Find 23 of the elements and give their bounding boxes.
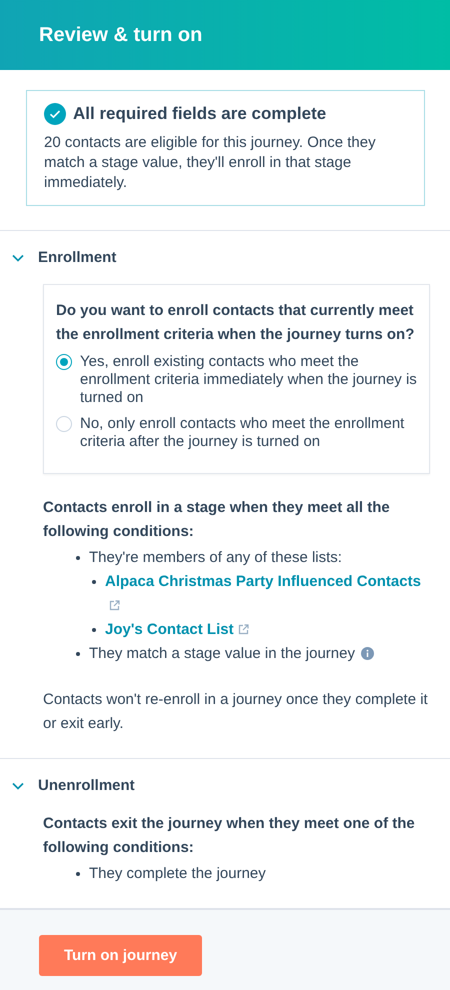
chevron-icon bbox=[12, 782, 24, 790]
radio-button[interactable] bbox=[56, 416, 72, 432]
radio-label: Yes, enroll existing contacts who meet the enrollment criteria immediately when the journey is turned on bbox=[80, 353, 417, 407]
note-text: Contacts won't re-enroll in a journey once they complete it or exit early. bbox=[43, 690, 429, 734]
question-title: Do you want to enroll contacts that currently meet the enrollment criteria when the journey turns on? bbox=[56, 301, 416, 345]
list-link[interactable]: Joy's Contact List bbox=[105, 621, 234, 638]
status-text: 20 contacts are eligible for this journey. Once they match a stage value, they'll enroll in that stage immediately. bbox=[44, 133, 377, 193]
section-toggle[interactable]: Enrollment bbox=[12, 249, 116, 266]
radio-button[interactable] bbox=[56, 354, 72, 370]
external-link-icon bbox=[238, 624, 249, 635]
turn-on-button[interactable]: Turn on journey bbox=[39, 935, 202, 976]
radio-label: No, only enroll contacts who meet the enrollment criteria after the journey is turned on bbox=[80, 415, 406, 451]
page-title: Review & turn on bbox=[39, 24, 202, 46]
section-toggle[interactable]: Unenrollment bbox=[12, 777, 135, 794]
condition-text: They match a stage value in the journey bbox=[89, 645, 355, 662]
conditions-title: Contacts enroll in a stage when they meet all the following conditions: bbox=[43, 498, 391, 542]
condition-text: They complete the journey bbox=[89, 865, 266, 882]
chevron-icon bbox=[12, 254, 24, 262]
conditions-title: Contacts exit the journey when they meet one of the following conditions: bbox=[43, 814, 416, 858]
external-link-icon bbox=[109, 600, 120, 611]
status-title: All required fields are complete bbox=[73, 104, 326, 124]
condition-text: They're members of any of these lists: bbox=[89, 549, 342, 566]
list-link[interactable]: Alpaca Christmas Party Influenced Contacts bbox=[105, 573, 421, 590]
